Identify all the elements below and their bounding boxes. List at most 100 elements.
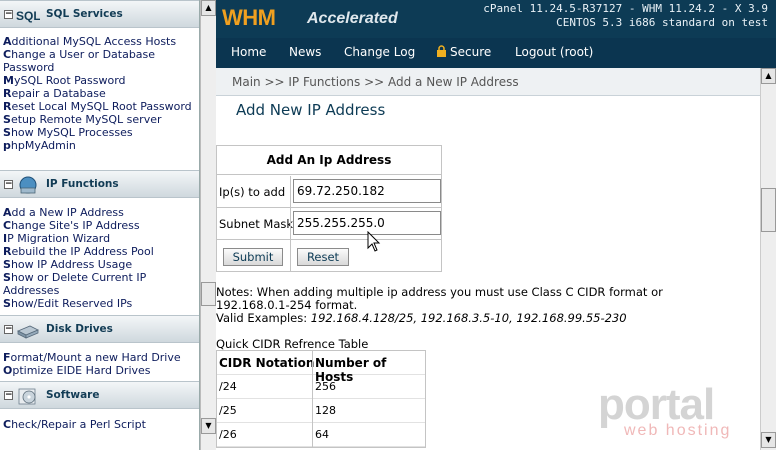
table-row: /24 256 — [217, 375, 425, 399]
network-icon — [16, 175, 40, 195]
section-title-disk-drives: Disk Drives — [46, 323, 113, 335]
row-divider — [290, 208, 291, 240]
sql-links: Additional MySQL Access Hosts Change a U… — [0, 31, 198, 155]
table-row: /26 64 — [217, 423, 425, 447]
whm-window: − SQL SQL Services Additional MySQL Acce… — [0, 0, 776, 450]
hosts-cell: 128 — [315, 404, 336, 417]
version-line-1: cPanel 11.24.5-R37127 - WHM 11.24.2 - X … — [483, 2, 768, 15]
link-change-site-ip[interactable]: Change Site's IP Address — [3, 219, 198, 232]
nav-logout[interactable]: Logout (root) — [515, 45, 593, 59]
form-header: Add An Ip Address — [217, 146, 441, 175]
link-check-repair-perl[interactable]: Check/Repair a Perl Script — [3, 418, 198, 431]
cidr-table: CIDR Notation Number of Hosts /24 256 /2… — [216, 350, 426, 448]
submit-button[interactable]: Submit — [223, 248, 283, 266]
sql-icon: SQL — [16, 5, 41, 25]
top-nav: Home News Change Log Secure Logout (root… — [216, 38, 776, 68]
link-optimize-eide[interactable]: Optimize EIDE Hard Drives — [3, 364, 198, 377]
section-header-ip-functions[interactable]: − IP Functions — [0, 170, 199, 198]
main-frame-scrollbar[interactable]: ▲ ▼ — [760, 68, 776, 450]
watermark-subtitle: web hosting — [624, 422, 732, 439]
hosts-cell: 256 — [315, 380, 336, 393]
table-header-row: CIDR Notation Number of Hosts — [217, 351, 425, 384]
link-rebuild-ip-pool[interactable]: Rebuild the IP Address Pool — [3, 245, 198, 258]
link-add-new-ip[interactable]: Add a New IP Address — [3, 206, 198, 219]
scroll-thumb[interactable] — [201, 282, 216, 306]
nav-secure-label: Secure — [450, 45, 492, 59]
link-setup-remote-mysql[interactable]: Setup Remote MySQL server — [3, 113, 198, 126]
watermark: portal web hosting — [598, 382, 748, 442]
link-show-mysql-processes[interactable]: Show MySQL Processes — [3, 126, 198, 139]
section-header-sql[interactable]: − SQL SQL Services — [0, 0, 199, 28]
whm-logo: WHM — [222, 5, 276, 30]
nav-change-log[interactable]: Change Log — [344, 45, 415, 59]
nav-news[interactable]: News — [289, 45, 321, 59]
scroll-down-arrow-icon[interactable]: ▼ — [761, 432, 776, 448]
left-frame-scrollbar[interactable]: ▲ ▼ — [200, 0, 216, 450]
nav-secure[interactable]: Secure — [436, 45, 491, 59]
cidr-cell: /24 — [219, 380, 237, 393]
disk-links: Format/Mount a new Hard Drive Optimize E… — [0, 347, 198, 380]
scroll-thumb[interactable] — [761, 188, 776, 232]
collapse-toggle-icon[interactable]: − — [4, 325, 13, 334]
software-links: Check/Repair a Perl Script — [0, 414, 198, 434]
hosts-cell: 64 — [315, 428, 329, 441]
add-ip-form: Add An Ip Address Ip(s) to add 69.72.250… — [216, 145, 442, 272]
lock-icon — [437, 45, 446, 57]
cidr-cell: /26 — [219, 428, 237, 441]
version-line-2: CENTOS 5.3 i686 standard on test — [556, 16, 768, 29]
collapse-toggle-icon[interactable]: − — [4, 391, 13, 400]
link-reset-mysql-root-password[interactable]: Reset Local MySQL Root Password — [3, 100, 198, 113]
link-show-delete-ips[interactable]: Show or Delete Current IP Addresses — [3, 271, 198, 297]
valid-examples-values: 192.168.4.128/25, 192.168.3.5-10, 192.16… — [310, 311, 627, 325]
link-ip-migration-wizard[interactable]: IP Migration Wizard — [3, 232, 198, 245]
section-title-software: Software — [46, 389, 100, 401]
subnet-mask-label: Subnet Mask — [219, 217, 294, 231]
table-row: /25 128 — [217, 399, 425, 423]
hard-drive-icon — [16, 320, 40, 340]
breadcrumb: Main >> IP Functions >> Add a New IP Add… — [216, 68, 760, 96]
notes-block: Notes: When adding multiple ip address y… — [216, 286, 756, 325]
link-format-mount-drive[interactable]: Format/Mount a new Hard Drive — [3, 351, 198, 364]
page-title: Add New IP Address — [236, 101, 386, 119]
collapse-toggle-icon[interactable]: − — [4, 10, 13, 19]
valid-examples-label: Valid Examples: — [216, 311, 308, 325]
ip-label: Ip(s) to add — [219, 185, 286, 199]
notes-line-3: Valid Examples: 192.168.4.128/25, 192.16… — [216, 312, 756, 325]
whm-logo-accelerated: Accelerated — [307, 10, 398, 27]
link-show-ip-usage[interactable]: Show IP Address Usage — [3, 258, 198, 271]
scroll-up-arrow-icon[interactable]: ▲ — [761, 68, 776, 84]
reset-button[interactable]: Reset — [297, 248, 349, 266]
link-additional-mysql-hosts[interactable]: Additional MySQL Access Hosts — [3, 35, 198, 48]
breadcrumb-text[interactable]: Main >> IP Functions >> Add a New IP Add… — [232, 75, 519, 89]
section-title-ip-functions: IP Functions — [46, 178, 119, 190]
column-divider — [312, 375, 313, 399]
scroll-down-arrow-icon[interactable]: ▼ — [201, 418, 216, 434]
section-title-sql: SQL Services — [46, 8, 123, 20]
link-change-user-db-password[interactable]: Change a User or Database Password — [3, 48, 198, 74]
ip-links: Add a New IP Address Change Site's IP Ad… — [0, 202, 198, 313]
row-divider — [290, 176, 291, 208]
scroll-up-arrow-icon[interactable]: ▲ — [201, 0, 216, 16]
mouse-pointer-icon — [367, 231, 381, 252]
section-header-disk-drives[interactable]: − Disk Drives — [0, 315, 199, 343]
collapse-toggle-icon[interactable]: − — [4, 180, 13, 189]
subnet-mask-value: 255.255.255.0 — [297, 216, 385, 230]
ip-input[interactable]: 69.72.250.182 — [293, 179, 441, 203]
link-show-edit-reserved-ips[interactable]: Show/Edit Reserved IPs — [3, 297, 198, 310]
section-header-software[interactable]: − Software — [0, 381, 199, 409]
software-disc-icon — [16, 386, 40, 406]
header-bar: WHM Accelerated cPanel 11.24.5-R37127 - … — [216, 0, 776, 38]
link-repair-database[interactable]: Repair a Database — [3, 87, 198, 100]
button-row: Submit Reset — [217, 239, 441, 271]
cidr-table-caption: Quick CIDR Refrence Table — [216, 337, 369, 351]
version-info: cPanel 11.24.5-R37127 - WHM 11.24.2 - X … — [483, 2, 768, 30]
left-nav-frame: − SQL SQL Services Additional MySQL Acce… — [0, 0, 200, 450]
sql-icon-text: SQL — [16, 9, 40, 23]
link-mysql-root-password[interactable]: MySQL Root Password — [3, 74, 198, 87]
link-phpmyadmin[interactable]: phpMyAdmin — [3, 139, 198, 152]
nav-home[interactable]: Home — [231, 45, 266, 59]
column-divider — [312, 423, 313, 447]
column-divider — [312, 351, 313, 375]
row-divider — [290, 239, 291, 271]
mask-row: Subnet Mask 255.255.255.0 — [217, 208, 441, 240]
